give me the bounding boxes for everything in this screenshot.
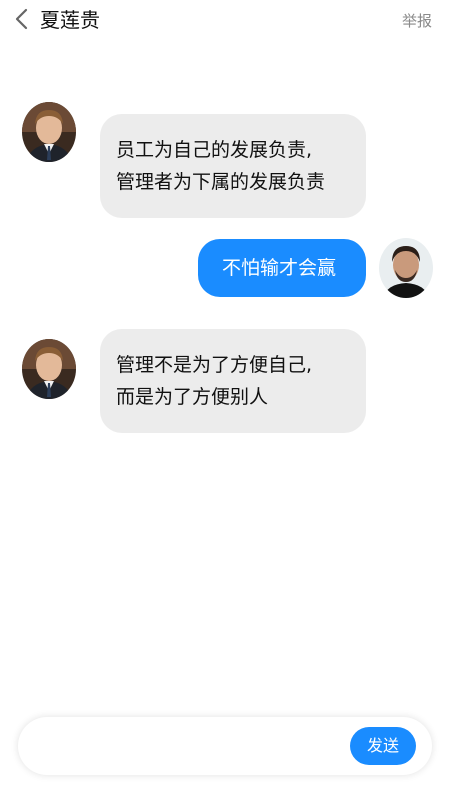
contact-avatar[interactable] (22, 339, 76, 399)
contact-avatar[interactable] (22, 102, 76, 162)
incoming-message-bubble: 管理不是为了方便自己, 而是为了方便别人 (100, 329, 366, 433)
message-input[interactable] (36, 727, 350, 767)
message-line: 管理者为下属的发展负责 (116, 171, 326, 193)
contact-name: 夏莲贵 (40, 8, 100, 32)
message-line: 不怕输才会赢 (222, 257, 337, 279)
message-line: 员工为自己的发展负责, (116, 139, 313, 161)
message-composer: 发送 (18, 717, 432, 775)
user-avatar[interactable] (379, 238, 433, 298)
report-button[interactable]: 举报 (402, 11, 432, 31)
chat-screen: 夏莲贵 举报 员工为自己的发展负责, 管理者为下属的发展负责 不怕输才会赢 管理… (0, 0, 450, 800)
incoming-message-bubble: 员工为自己的发展负责, 管理者为下属的发展负责 (100, 114, 366, 218)
message-line: 管理不是为了方便自己, (116, 354, 313, 376)
chevron-left-icon[interactable] (14, 8, 30, 30)
outgoing-message-bubble: 不怕输才会赢 (198, 239, 366, 297)
chat-header: 夏莲贵 举报 (0, 0, 450, 44)
send-button[interactable]: 发送 (350, 727, 416, 765)
message-line: 而是为了方便别人 (116, 386, 269, 408)
